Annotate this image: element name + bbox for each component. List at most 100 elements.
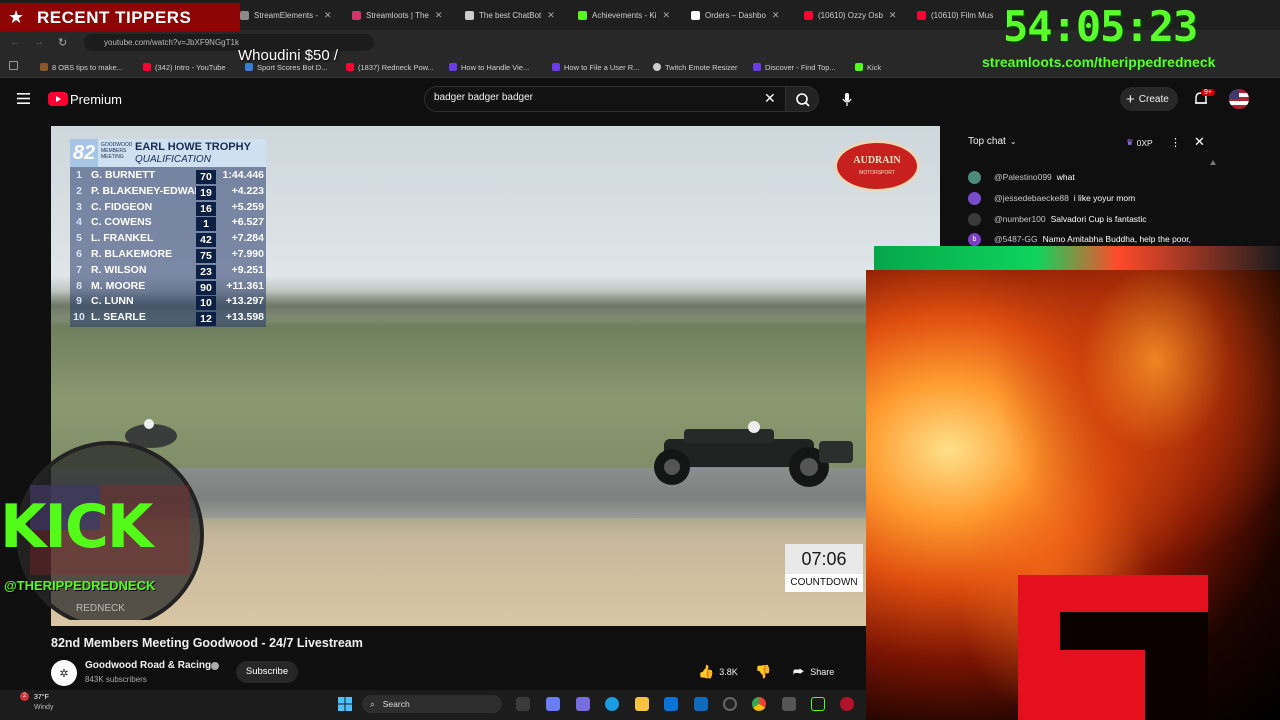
weather-temp[interactable]: 37°F [34, 694, 49, 701]
chat-username[interactable]: @5487-GG [994, 234, 1038, 244]
voice-search-icon[interactable] [838, 90, 856, 108]
back-icon[interactable]: ← [10, 37, 20, 48]
bookmark-item[interactable]: How to File a User R... [552, 61, 639, 73]
bookmark-item[interactable]: (1837) Redneck Pow... [346, 61, 434, 73]
leaderboard-time: +13.297 [225, 295, 264, 308]
browser-tab[interactable]: Achievements - Ki ✕ [578, 4, 684, 26]
chat-scroll-up-icon[interactable] [1210, 160, 1216, 165]
tab-close-icon[interactable]: ✕ [435, 10, 443, 21]
chat-mode-dropdown[interactable]: Top chat ⌄ [968, 136, 1017, 147]
clear-search-icon[interactable]: ✕ [764, 90, 776, 107]
bookmark-item[interactable]: How to Handle Vie... [449, 61, 529, 73]
browser-tab[interactable]: Streamloots | The ✕ [352, 4, 452, 26]
leaderboard-driver: C. COWENS [91, 216, 152, 229]
leaderboard-position: 10 [73, 311, 85, 324]
leaderboard-position: 9 [76, 295, 82, 308]
sponsor-line-1: AUDRAIN [853, 155, 901, 166]
tab-label: StreamElements - [254, 10, 319, 20]
teams-icon[interactable] [576, 697, 590, 711]
share-button[interactable]: ⮫ Share [793, 661, 834, 683]
leaderboard-position: 5 [76, 232, 82, 245]
leaderboard-car-number: 23 [196, 264, 216, 279]
tab-favicon-icon [804, 10, 813, 20]
leaderboard-position: 3 [76, 200, 82, 213]
browser-tab[interactable]: (10610) Film Mus [917, 4, 997, 26]
leaderboard-row: 10 L. SEARLE 12 +13.598 [70, 311, 266, 327]
reload-icon[interactable]: ↻ [58, 36, 67, 49]
browser-tab[interactable]: Orders – Dashbo ✕ [691, 4, 797, 26]
create-button[interactable]: + Create [1120, 87, 1178, 111]
tab-close-icon[interactable]: ✕ [889, 10, 897, 21]
outlook-icon[interactable] [694, 697, 708, 711]
leaderboard-row: 7 R. WILSON 23 +9.251 [70, 264, 266, 280]
edge-icon[interactable] [605, 697, 619, 711]
youtube-logo-icon[interactable] [48, 92, 68, 106]
windows-start-icon[interactable] [338, 697, 352, 711]
subscriber-count: 843K subscribers [85, 675, 147, 684]
countdown-box: 07:06 COUNTDOWN [785, 544, 863, 592]
leaderboard-car-number: 75 [196, 249, 216, 263]
chat-username[interactable]: @number100 [994, 214, 1046, 224]
tab-label: The best ChatBot [479, 10, 542, 20]
thumbs-down-icon[interactable]: 👎 [755, 664, 771, 680]
tab-favicon-icon [352, 10, 361, 20]
store-icon[interactable] [664, 697, 678, 711]
channel-avatar[interactable]: ✲ [51, 660, 77, 686]
bookmark-item[interactable]: 8 OBS tips to make... [40, 61, 123, 73]
leaderboard-position: 6 [76, 248, 82, 260]
tab-close-icon[interactable]: ✕ [662, 10, 670, 21]
bookmark-label: How to Handle Vie... [461, 62, 530, 72]
tab-close-icon[interactable]: ✕ [547, 10, 555, 21]
tab-close-icon[interactable]: ✕ [772, 10, 780, 21]
app-red-icon[interactable] [840, 697, 854, 711]
chat-more-icon[interactable]: ⋮ [1170, 136, 1181, 149]
channel-points[interactable]: ♛ 0XP [1126, 137, 1153, 148]
leaderboard-driver: C. FIDGEON [91, 200, 153, 213]
chat-message: @number100 Salvadori Cup is fantastic [968, 212, 1147, 226]
hamburger-menu-icon[interactable] [17, 93, 30, 104]
kick-sub-text: REDNECK [76, 603, 125, 614]
leaderboard-driver: M. MOORE [91, 279, 146, 292]
bookmark-favicon-icon [552, 63, 560, 71]
like-button[interactable]: 👍 3.8K [694, 661, 742, 683]
taskbar-search-label: Search [382, 699, 410, 709]
account-avatar[interactable] [1229, 89, 1249, 109]
app-icon[interactable] [782, 697, 796, 711]
browser-tab[interactable]: StreamElements - ✕ [240, 4, 340, 26]
bookmark-label: Discover - Find Top... [765, 62, 836, 72]
chat-username[interactable]: @Palestino099 [994, 172, 1052, 182]
streamer-bot-icon[interactable] [811, 697, 825, 711]
chat-text: what [1056, 172, 1075, 182]
leaderboard-driver: R. WILSON [91, 263, 147, 276]
tab-label: Streamloots | The [366, 10, 429, 20]
browser-tab[interactable]: The best ChatBot ✕ [465, 4, 575, 26]
apps-grid-icon[interactable] [9, 61, 18, 70]
chrome-icon[interactable] [752, 697, 766, 711]
bookmark-item[interactable]: Discover - Find Top... [753, 61, 836, 73]
channel-points-label: 0XP [1136, 137, 1153, 148]
channel-name[interactable]: Goodwood Road & Racing [85, 660, 211, 671]
bookmark-favicon-icon [753, 63, 761, 71]
obs-icon[interactable] [723, 697, 737, 711]
task-view-icon[interactable] [516, 697, 530, 711]
chat-username[interactable]: @jessedebaecke88 [994, 193, 1069, 203]
close-chat-icon[interactable]: ✕ [1194, 134, 1205, 150]
tab-favicon-icon [917, 10, 926, 20]
chat-avatar [968, 212, 981, 226]
bookmark-favicon-icon [245, 63, 253, 71]
leaderboard-time: +11.361 [226, 279, 264, 292]
search-button[interactable] [785, 86, 819, 112]
bookmark-item[interactable]: Kick [855, 61, 881, 73]
file-explorer-icon[interactable] [635, 697, 649, 711]
bookmark-item[interactable]: (342) Intro - YouTube [143, 61, 226, 73]
bookmark-item[interactable]: Twitch Emote Resizer [653, 61, 738, 73]
subscribe-button[interactable]: Subscribe [236, 661, 298, 683]
sponsor-line-2: MOTORSPORT [859, 170, 895, 176]
copilot-icon[interactable] [546, 697, 560, 711]
browser-tab[interactable]: (10610) Ozzy Osb ✕ [804, 4, 910, 26]
leaderboard-driver: L. FRANKEL [91, 232, 154, 245]
tab-close-icon[interactable]: ✕ [324, 10, 332, 21]
taskbar-search-box[interactable]: ⌕ Search [362, 695, 502, 713]
forward-icon[interactable]: → [34, 37, 44, 48]
tab-label: (10610) Ozzy Osb [818, 10, 883, 20]
